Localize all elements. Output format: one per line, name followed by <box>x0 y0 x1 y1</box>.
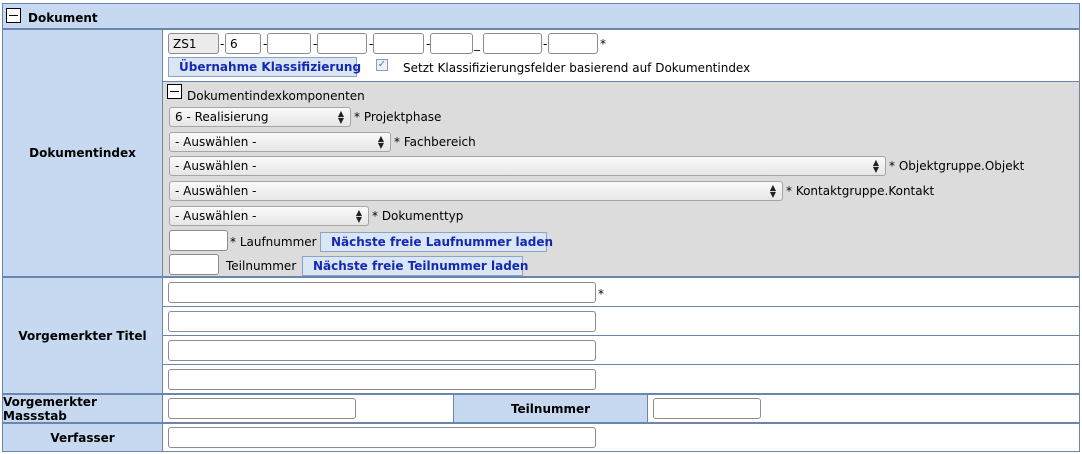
select-arrows-icon: ▲ ▼ <box>377 134 385 150</box>
index-field-8[interactable] <box>548 33 598 54</box>
klassifizierung-checkbox[interactable]: ✓ <box>376 59 388 71</box>
verfasser-input[interactable] <box>168 427 596 448</box>
index-phase-field[interactable] <box>225 33 261 54</box>
teilnummer-label-text: Teilnummer <box>510 401 591 416</box>
uebernahme-klassifizierung-button[interactable]: Übernahme Klassifizierung <box>168 57 361 77</box>
objekt-value: - Auswählen - <box>175 159 257 173</box>
row-divider <box>163 364 1079 365</box>
laufnummer-input[interactable] <box>169 230 228 251</box>
teilnummer-label-cell: Teilnummer <box>453 394 648 423</box>
massstab-cell <box>162 394 454 423</box>
teilnummer-label: Teilnummer <box>226 259 297 273</box>
massstab-label-text: Vorgemerkter Massstab <box>3 394 97 423</box>
select-arrows-icon: ▲ ▼ <box>769 183 777 199</box>
index-field-6[interactable] <box>430 33 473 54</box>
index-field-7[interactable] <box>483 33 542 54</box>
projektphase-value: 6 - Realisierung <box>175 110 269 124</box>
naechste-teilnummer-button[interactable]: Nächste freie Teilnummer laden <box>302 256 528 276</box>
fachbereich-value: - Auswählen - <box>175 135 257 149</box>
kontaktgruppe-label: * Kontaktgruppe.Kontakt <box>786 184 935 198</box>
select-arrows-icon: ▲ ▼ <box>872 158 880 174</box>
row-divider <box>163 306 1079 307</box>
projektphase-label: * Projektphase <box>354 110 442 124</box>
index-field-4[interactable] <box>317 33 367 54</box>
teilnummer-input[interactable] <box>169 254 219 275</box>
verfasser-cell <box>162 423 1080 452</box>
naechste-laufnummer-button[interactable]: Nächste freie Laufnummer laden <box>320 232 553 252</box>
klassifizierung-checkbox-label: Setzt Klassifizierungsfelder basierend a… <box>403 61 751 75</box>
laufnummer-label: * Laufnummer <box>230 235 317 249</box>
index-field-5[interactable] <box>373 33 424 54</box>
separator: _ <box>474 37 480 51</box>
section-header: Dokument <box>2 3 1080 29</box>
dokumenttyp-value: - Auswählen - <box>175 209 257 223</box>
components-collapse-icon[interactable] <box>167 84 182 99</box>
kontakt-value: - Auswählen - <box>175 184 257 198</box>
teilnummer-field[interactable] <box>653 398 761 419</box>
components-title: Dokumentindexkomponenten <box>187 89 365 103</box>
projektphase-select[interactable]: 6 - Realisierung ▲ ▼ <box>169 107 351 127</box>
row-divider <box>163 335 1079 336</box>
section-title: Dokument <box>28 11 98 25</box>
dokumentindex-label: Dokumentindex <box>2 29 163 277</box>
fachbereich-select[interactable]: - Auswählen - ▲ ▼ <box>169 132 391 152</box>
required-marker: * <box>598 287 604 301</box>
massstab-input[interactable] <box>168 398 356 419</box>
titel-line-4-input[interactable] <box>168 369 596 390</box>
separator: - <box>543 37 548 51</box>
select-arrows-icon: ▲ ▼ <box>337 109 345 125</box>
titel-cell: * <box>162 277 1080 394</box>
fachbereich-label: * Fachbereich <box>394 135 476 149</box>
titel-line-2-input[interactable] <box>168 311 596 332</box>
verfasser-label-text: Verfasser <box>50 430 115 445</box>
dokumenttyp-select[interactable]: - Auswählen - ▲ ▼ <box>169 206 369 226</box>
objektgruppe-label: * Objektgruppe.Objekt <box>889 159 1025 173</box>
collapse-toggle-icon[interactable] <box>6 8 21 23</box>
required-marker: * <box>600 37 606 51</box>
separator: - <box>220 37 225 51</box>
objektgruppe-select[interactable]: - Auswählen - ▲ ▼ <box>169 156 886 176</box>
dokumentindex-label-text: Dokumentindex <box>29 146 136 160</box>
index-field-3[interactable] <box>267 33 311 54</box>
kontaktgruppe-select[interactable]: - Auswählen - ▲ ▼ <box>169 181 783 201</box>
dokumentindex-cell: - - - - - _ - * Übernahme Klassifizierun… <box>162 29 1080 277</box>
index-prefix-field <box>168 33 219 54</box>
titel-line-1-input[interactable] <box>168 282 596 303</box>
massstab-label: Vorgemerkter Massstab <box>2 394 163 423</box>
dokument-form: Dokument Dokumentindex - - - - - _ - * Ü… <box>0 0 1082 454</box>
select-arrows-icon: ▲ ▼ <box>355 208 363 224</box>
titel-label: Vorgemerkter Titel <box>2 277 163 394</box>
titel-line-3-input[interactable] <box>168 340 596 361</box>
titel-label-text: Vorgemerkter Titel <box>18 328 147 343</box>
teilnummer-cell <box>647 394 1080 423</box>
dokumentindexkomponenten-panel: Dokumentindexkomponenten 6 - Realisierun… <box>163 81 1079 276</box>
dokumenttyp-label: * Dokumenttyp <box>372 209 464 223</box>
verfasser-label: Verfasser <box>2 423 163 452</box>
